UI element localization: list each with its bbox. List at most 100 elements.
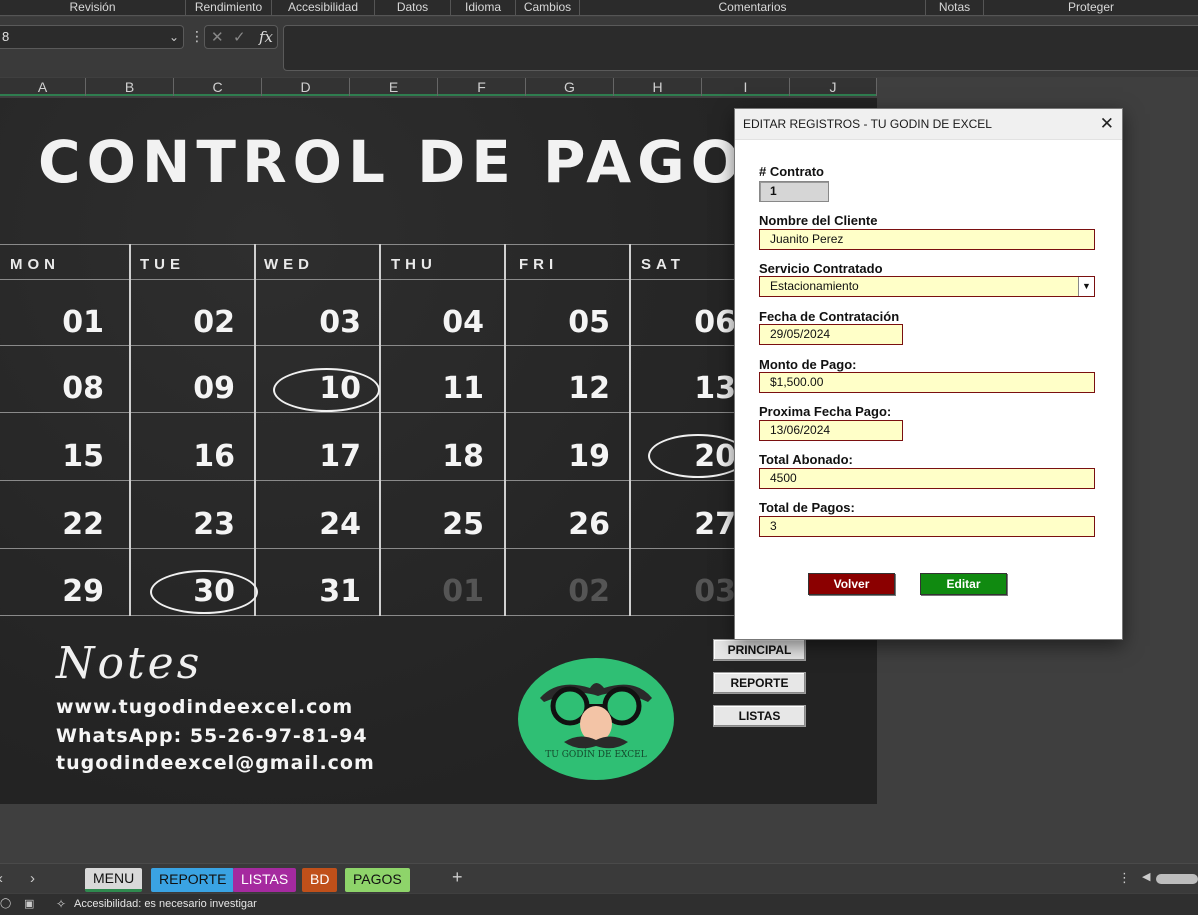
column-header-c[interactable]: C — [174, 78, 262, 96]
formula-controls: ✕ ✓ fx — [204, 25, 278, 49]
tab-pagos[interactable]: PAGOS — [345, 868, 410, 892]
ribbon-group-proteger[interactable]: Proteger — [984, 0, 1198, 16]
calendar-day: 02 — [193, 305, 235, 340]
name-box[interactable]: 8 ⌄ — [0, 25, 184, 49]
cancel-icon[interactable]: ✕ — [211, 28, 224, 46]
cliente-field[interactable]: Juanito Perez — [759, 229, 1095, 250]
column-header-a[interactable]: A — [0, 78, 86, 96]
column-header-b[interactable]: B — [86, 78, 174, 96]
ribbon-group-cambios[interactable]: Cambios — [516, 0, 580, 16]
day-name-mon: MON — [10, 256, 60, 273]
pagos-field[interactable]: 3 — [759, 516, 1095, 537]
grid-line — [129, 244, 131, 616]
grid-line — [504, 244, 506, 616]
ribbon-group-rendimiento[interactable]: Rendimiento — [186, 0, 272, 16]
dialog-titlebar[interactable]: EDITAR REGISTROS - TU GODIN DE EXCEL ✕ — [735, 109, 1122, 140]
cliente-label: Nombre del Cliente — [759, 213, 878, 228]
more-options-icon[interactable]: ⋮ — [1118, 870, 1131, 886]
column-header-h[interactable]: H — [614, 78, 702, 96]
insert-function-icon[interactable]: fx — [259, 28, 273, 46]
calendar-day: 26 — [568, 507, 610, 542]
proxima-field[interactable]: 13/06/2024 — [759, 420, 903, 441]
ribbon-group-comentarios[interactable]: Comentarios — [580, 0, 926, 16]
chevron-left-icon[interactable]: ‹ — [0, 870, 3, 887]
monto-label: Monto de Pago: — [759, 357, 857, 372]
calendar-day: 03 — [319, 305, 361, 340]
calendar-day: 05 — [568, 305, 610, 340]
proxima-label: Proxima Fecha Pago: — [759, 404, 892, 419]
column-header-d[interactable]: D — [262, 78, 350, 96]
accessibility-status[interactable]: Accesibilidad: es necesario investigar — [74, 898, 257, 910]
ribbon-group-accesibilidad[interactable]: Accesibilidad — [272, 0, 375, 16]
servicio-dropdown[interactable]: Estacionamiento ▼ — [759, 276, 1095, 297]
logo: TU GODÍN DE EXCEL — [518, 658, 674, 780]
fecha-field[interactable]: 29/05/2024 — [759, 324, 903, 345]
column-header-e[interactable]: E — [350, 78, 438, 96]
ribbon-group-idioma[interactable]: Idioma — [451, 0, 516, 16]
calendar-day: 04 — [442, 305, 484, 340]
calendar-day-next-month: 03 — [694, 574, 736, 609]
calendar-day-next-month: 02 — [568, 574, 610, 609]
calendar-day: 18 — [442, 439, 484, 474]
tab-listas[interactable]: LISTAS — [233, 868, 297, 892]
abonado-field[interactable]: 4500 — [759, 468, 1095, 489]
add-sheet-icon[interactable]: + — [452, 867, 463, 888]
ribbon-group-revision[interactable]: Revisión — [0, 0, 186, 16]
calendar-day: 10 — [319, 371, 361, 406]
column-header-g[interactable]: G — [526, 78, 614, 96]
status-bar: ◯ ▣ ✧ Accesibilidad: es necesario invest… — [0, 894, 1198, 915]
horizontal-scrollbar[interactable]: ◀ — [1140, 870, 1198, 885]
day-name-fri: FRI — [519, 256, 559, 273]
column-header-f[interactable]: F — [438, 78, 526, 96]
monto-field[interactable]: $1,500.00 — [759, 372, 1095, 393]
email-text: tugodindeexcel@gmail.com — [56, 752, 375, 774]
calendar-day: 29 — [62, 574, 104, 609]
scrollbar-thumb[interactable] — [1156, 874, 1198, 884]
calendar-day: 25 — [442, 507, 484, 542]
volver-button[interactable]: Volver — [808, 573, 895, 595]
close-icon[interactable]: ✕ — [1100, 114, 1114, 134]
editar-button[interactable]: Editar — [920, 573, 1007, 595]
calendar-day: 13 — [694, 371, 736, 406]
scroll-left-icon[interactable]: ◀ — [1142, 870, 1150, 883]
calendar-day-next-month: 01 — [442, 574, 484, 609]
tab-menu[interactable]: MENU — [85, 868, 143, 892]
calendar-day: 24 — [319, 507, 361, 542]
more-options-icon[interactable]: ⋮ — [190, 28, 204, 45]
tab-reporte[interactable]: REPORTE — [151, 868, 235, 892]
macro-record-icon[interactable]: ▣ — [24, 897, 34, 910]
reporte-button[interactable]: REPORTE — [713, 672, 806, 694]
column-header-i[interactable]: I — [702, 78, 790, 96]
column-header-j[interactable]: J — [790, 78, 877, 96]
calendar-day: 23 — [193, 507, 235, 542]
column-headers: A B C D E F G H I J — [0, 78, 877, 96]
ribbon-group-notas[interactable]: Notas — [926, 0, 984, 16]
name-box-value: 8 — [2, 29, 10, 44]
notes-heading: Notes — [56, 638, 203, 689]
chevron-right-icon[interactable]: › — [30, 870, 35, 887]
listas-button[interactable]: LISTAS — [713, 705, 806, 727]
calendar-day: 01 — [62, 305, 104, 340]
calendar-day: 11 — [442, 371, 484, 406]
principal-button[interactable]: PRINCIPAL — [713, 639, 806, 661]
day-name-wed: WED — [264, 256, 314, 273]
calendar-day: 15 — [62, 439, 104, 474]
check-icon[interactable]: ✓ — [233, 28, 246, 46]
day-name-sat: SAT — [641, 256, 685, 273]
grid-line — [629, 244, 631, 616]
contrato-field[interactable]: 1 — [759, 181, 829, 202]
calendar-day: 16 — [193, 439, 235, 474]
day-name-thu: THU — [391, 256, 437, 273]
logo-text: TU GODÍN DE EXCEL — [545, 750, 647, 760]
dropdown-arrow-icon[interactable]: ▼ — [1078, 277, 1094, 296]
formula-input[interactable] — [283, 25, 1198, 71]
calendar-day: 09 — [193, 371, 235, 406]
ribbon-group-datos[interactable]: Datos — [375, 0, 451, 16]
servicio-value: Estacionamiento — [770, 279, 859, 293]
formula-bar: 8 ⌄ ⋮ ✕ ✓ fx — [0, 17, 1198, 77]
chevron-down-icon[interactable]: ⌄ — [169, 26, 179, 48]
grid-line — [254, 244, 256, 616]
tab-bd[interactable]: BD — [302, 868, 338, 892]
accessibility-icon[interactable]: ✧ — [56, 897, 66, 911]
calendar-day: 22 — [62, 507, 104, 542]
